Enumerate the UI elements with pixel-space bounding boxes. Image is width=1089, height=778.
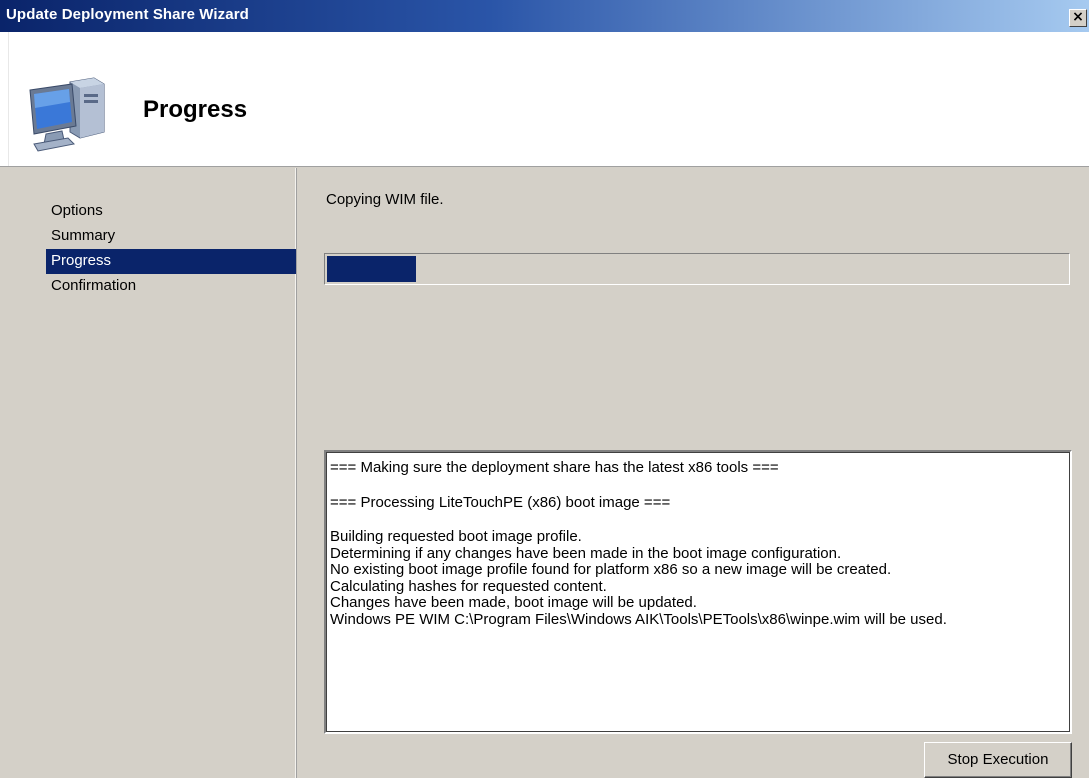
- log-blank-line: [330, 477, 1066, 495]
- progress-bar-fill: [327, 256, 416, 282]
- log-line: Determining if any changes have been mad…: [330, 544, 842, 562]
- log-output[interactable]: === Making sure the deployment share has…: [324, 450, 1072, 734]
- wizard-steps-list: Options Summary Progress Confirmation: [46, 199, 297, 299]
- wizard-steps-sidebar: Options Summary Progress Confirmation: [9, 168, 297, 778]
- close-icon: ×: [1072, 9, 1084, 25]
- wizard-header: Progress: [0, 32, 1089, 167]
- log-line: Windows PE WIM C:\Program Files\Windows …: [330, 610, 947, 628]
- stop-execution-button[interactable]: Stop Execution: [924, 742, 1072, 778]
- log-line: Changes have been made, boot image will …: [330, 594, 697, 611]
- log-line: Building requested boot image profile.: [330, 528, 582, 545]
- step-confirmation[interactable]: Confirmation: [46, 274, 297, 299]
- sidebar-divider: [296, 168, 297, 778]
- log-line: === Making sure the deployment share has…: [330, 459, 779, 476]
- step-progress[interactable]: Progress: [46, 249, 297, 274]
- header-edge: [8, 32, 9, 166]
- log-line: Calculating hashes for requested content…: [330, 577, 607, 595]
- page-title: Progress: [143, 96, 248, 123]
- step-options[interactable]: Options: [46, 199, 297, 224]
- progress-bar: [324, 253, 1070, 285]
- log-blank-line: [330, 511, 1066, 529]
- computer-icon: [29, 77, 105, 152]
- status-text: Copying WIM file.: [326, 191, 444, 208]
- title-bar: Update Deployment Share Wizard ×: [0, 0, 1089, 32]
- step-summary[interactable]: Summary: [46, 224, 297, 249]
- log-line: === Processing LiteTouchPE (x86) boot im…: [330, 493, 671, 511]
- window-title: Update Deployment Share Wizard: [6, 6, 249, 23]
- close-button[interactable]: ×: [1069, 9, 1087, 27]
- log-line: No existing boot image profile found for…: [330, 561, 892, 578]
